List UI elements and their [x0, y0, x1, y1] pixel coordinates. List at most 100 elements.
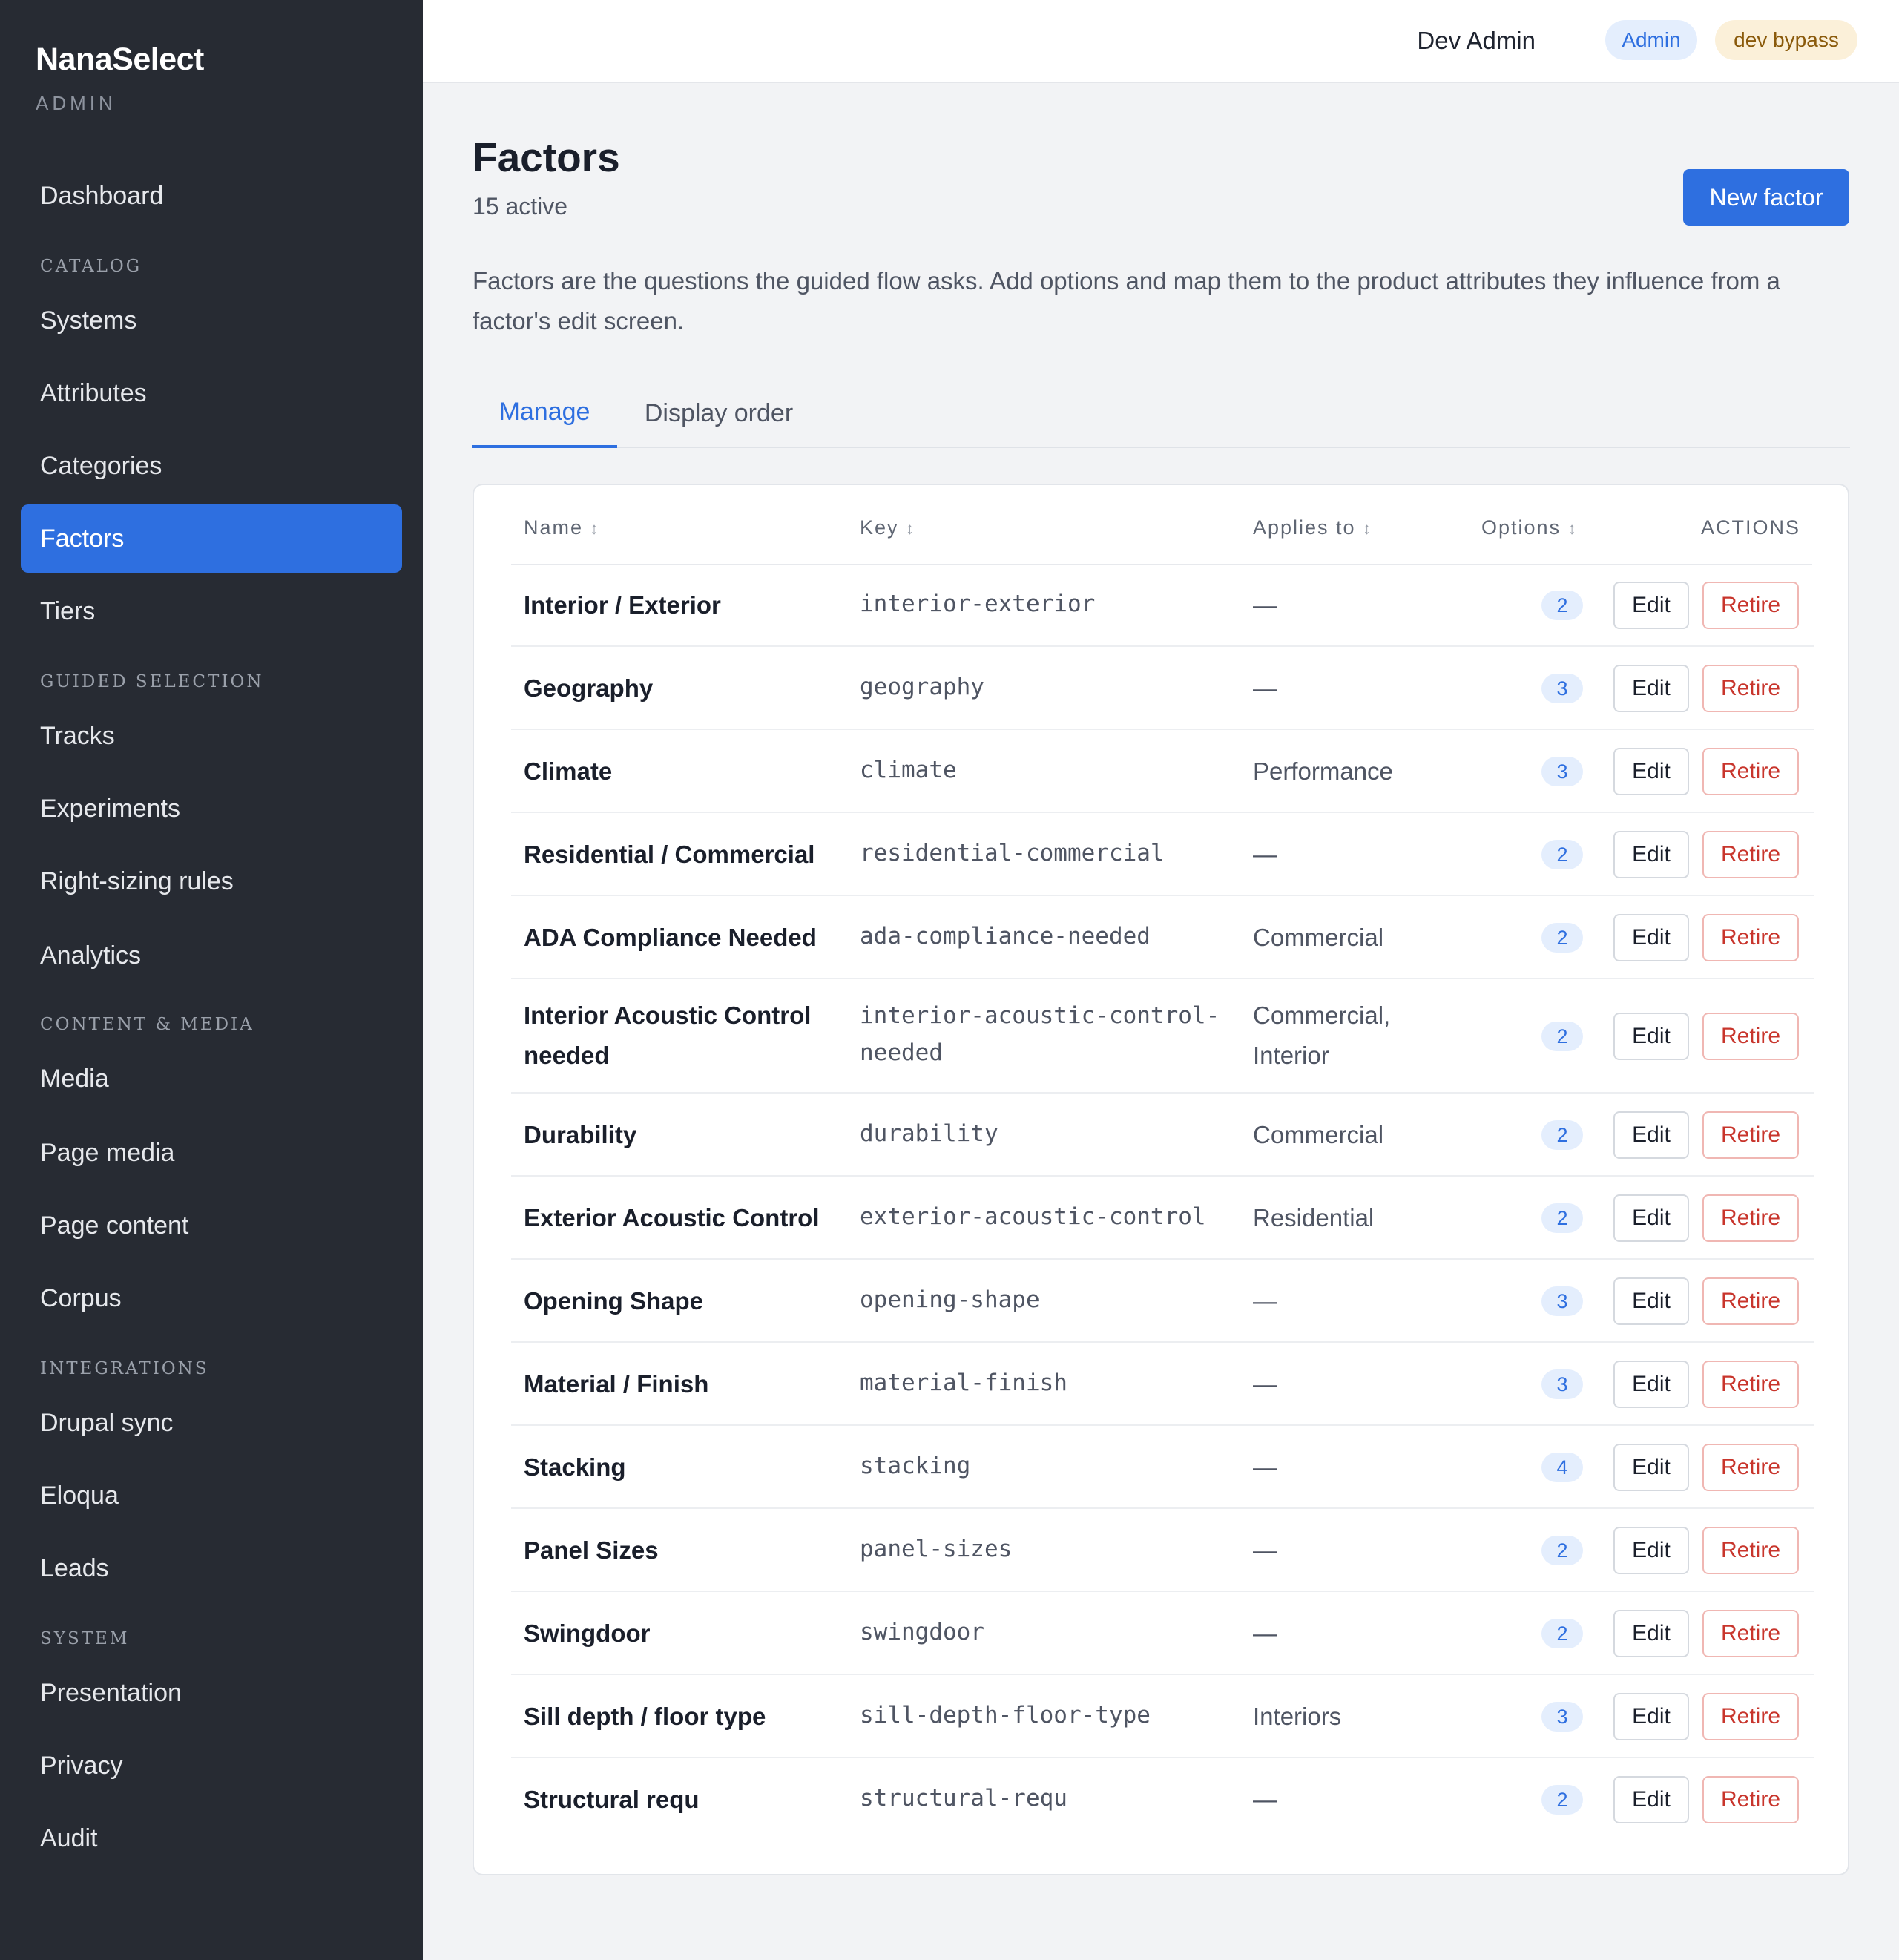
factor-applies-to: — [1253, 1786, 1277, 1813]
sidebar-item-tracks[interactable]: Tracks [21, 702, 402, 770]
sort-icon: ↕ [906, 519, 916, 538]
factor-name: Stacking [524, 1453, 626, 1481]
tab-manage[interactable]: Manage [472, 378, 617, 448]
options-count-badge: 2 [1541, 1022, 1583, 1051]
tab-bar: Manage Display order [472, 378, 1850, 448]
factor-name: Interior Acoustic Control needed [524, 1002, 812, 1069]
table-row: Interior / Exterior interior-exterior — 2 Ed… [511, 564, 1814, 647]
table-row: Stacking stacking — 4 Edit Retire [511, 1426, 1814, 1509]
factor-key: ada-compliance-needed [860, 923, 1151, 950]
factor-name: ADA Compliance Needed [524, 924, 817, 951]
sidebar-item-leads[interactable]: Leads [21, 1534, 402, 1602]
options-count-badge: 2 [1541, 1120, 1583, 1150]
factor-name: Opening Shape [524, 1287, 704, 1315]
sidebar-item-eloqua[interactable]: Eloqua [21, 1461, 402, 1530]
sidebar-item-analytics[interactable]: Analytics [21, 921, 402, 990]
table-row: Sill depth / floor type sill-depth-floor-… [511, 1675, 1814, 1758]
edit-button[interactable]: Edit [1613, 1194, 1689, 1242]
column-header-applies-to[interactable]: Applies to ↕ [1253, 516, 1372, 539]
retire-button[interactable]: Retire [1702, 1444, 1799, 1491]
retire-button[interactable]: Retire [1702, 1277, 1799, 1325]
sidebar-item-right-sizing[interactable]: Right-sizing rules [21, 847, 402, 915]
sidebar-item-privacy[interactable]: Privacy [21, 1732, 402, 1800]
sidebar-item-experiments[interactable]: Experiments [21, 775, 402, 843]
table-row: Opening Shape opening-shape — 3 Edit Retire [511, 1260, 1814, 1343]
factor-applies-to: Commercial, Interior [1253, 1002, 1391, 1069]
factor-key: sill-depth-floor-type [860, 1702, 1151, 1729]
factor-name: Exterior Acoustic Control [524, 1204, 820, 1231]
edit-button[interactable]: Edit [1613, 1111, 1689, 1159]
sidebar-item-tiers[interactable]: Tiers [21, 577, 402, 645]
factor-key: panel-sizes [860, 1536, 1013, 1562]
column-header-options[interactable]: Options ↕ [1481, 516, 1578, 539]
sidebar-item-media[interactable]: Media [21, 1045, 402, 1113]
edit-button[interactable]: Edit [1613, 831, 1689, 878]
options-count-badge: 3 [1541, 1702, 1583, 1732]
sidebar-item-attributes[interactable]: Attributes [21, 359, 402, 427]
edit-button[interactable]: Edit [1613, 1776, 1689, 1823]
options-count-badge: 2 [1541, 1619, 1583, 1648]
factor-key: swingdoor [860, 1619, 984, 1645]
factor-name: Panel Sizes [524, 1536, 659, 1564]
factor-name: Swingdoor [524, 1619, 651, 1647]
retire-button[interactable]: Retire [1702, 1194, 1799, 1242]
table-row: Structural requ structural-requ — 2 Edit Reti… [511, 1758, 1814, 1841]
edit-button[interactable]: Edit [1613, 665, 1689, 712]
retire-button[interactable]: Retire [1702, 1527, 1799, 1574]
retire-button[interactable]: Retire [1702, 1111, 1799, 1159]
retire-button[interactable]: Retire [1702, 1361, 1799, 1408]
retire-button[interactable]: Retire [1702, 748, 1799, 795]
sidebar-item-systems[interactable]: Systems [21, 286, 402, 355]
options-count-badge: 2 [1541, 923, 1583, 953]
factor-applies-to: Interiors [1253, 1703, 1342, 1730]
dev-bypass-badge: dev bypass [1715, 20, 1857, 60]
edit-button[interactable]: Edit [1613, 1444, 1689, 1491]
retire-button[interactable]: Retire [1702, 665, 1799, 712]
factor-key: residential-commercial [860, 840, 1165, 866]
column-header-key[interactable]: Key ↕ [860, 516, 915, 539]
retire-button[interactable]: Retire [1702, 582, 1799, 629]
retire-button[interactable]: Retire [1702, 914, 1799, 961]
sidebar-item-categories[interactable]: Categories [21, 432, 402, 500]
edit-button[interactable]: Edit [1613, 582, 1689, 629]
factor-key: interior-exterior [860, 591, 1096, 617]
user-name[interactable]: Dev Admin [1417, 27, 1536, 55]
tab-display-order[interactable]: Display order [632, 378, 806, 448]
factor-name: Sill depth / floor type [524, 1703, 766, 1730]
sidebar-item-page-content[interactable]: Page content [21, 1191, 402, 1260]
factor-key: material-finish [860, 1369, 1067, 1396]
sidebar-item-presentation[interactable]: Presentation [21, 1659, 402, 1727]
edit-button[interactable]: Edit [1613, 1693, 1689, 1740]
sidebar-item-drupal-sync[interactable]: Drupal sync [21, 1389, 402, 1457]
table-row: Panel Sizes panel-sizes — 2 Edit Retire [511, 1509, 1814, 1592]
options-count-badge: 3 [1541, 757, 1583, 786]
options-count-badge: 3 [1541, 1286, 1583, 1316]
table-row: Swingdoor swingdoor — 2 Edit Retire [511, 1592, 1814, 1675]
factor-key: stacking [860, 1453, 971, 1479]
brand-logo[interactable]: NanaSelect [36, 42, 204, 78]
sidebar-item-corpus[interactable]: Corpus [21, 1264, 402, 1332]
edit-button[interactable]: Edit [1613, 1277, 1689, 1325]
sidebar-item-dashboard[interactable]: Dashboard [21, 162, 402, 230]
options-count-badge: 4 [1541, 1453, 1583, 1482]
sidebar-item-page-media[interactable]: Page media [21, 1119, 402, 1187]
edit-button[interactable]: Edit [1613, 748, 1689, 795]
brand-subtitle: ADMIN [36, 92, 116, 114]
table-row: Material / Finish material-finish — 3 Edit Re… [511, 1343, 1814, 1426]
sidebar-item-audit[interactable]: Audit [21, 1804, 402, 1872]
retire-button[interactable]: Retire [1702, 831, 1799, 878]
retire-button[interactable]: Retire [1702, 1693, 1799, 1740]
new-factor-button[interactable]: New factor [1683, 169, 1849, 226]
factor-applies-to: Residential [1253, 1204, 1375, 1231]
edit-button[interactable]: Edit [1613, 1610, 1689, 1657]
retire-button[interactable]: Retire [1702, 1776, 1799, 1823]
sidebar-item-factors[interactable]: Factors [21, 504, 402, 573]
edit-button[interactable]: Edit [1613, 1361, 1689, 1408]
retire-button[interactable]: Retire [1702, 1013, 1799, 1060]
edit-button[interactable]: Edit [1613, 1527, 1689, 1574]
edit-button[interactable]: Edit [1613, 914, 1689, 961]
factor-key: geography [860, 674, 984, 700]
retire-button[interactable]: Retire [1702, 1610, 1799, 1657]
edit-button[interactable]: Edit [1613, 1013, 1689, 1060]
column-header-name[interactable]: Name ↕ [524, 516, 600, 539]
